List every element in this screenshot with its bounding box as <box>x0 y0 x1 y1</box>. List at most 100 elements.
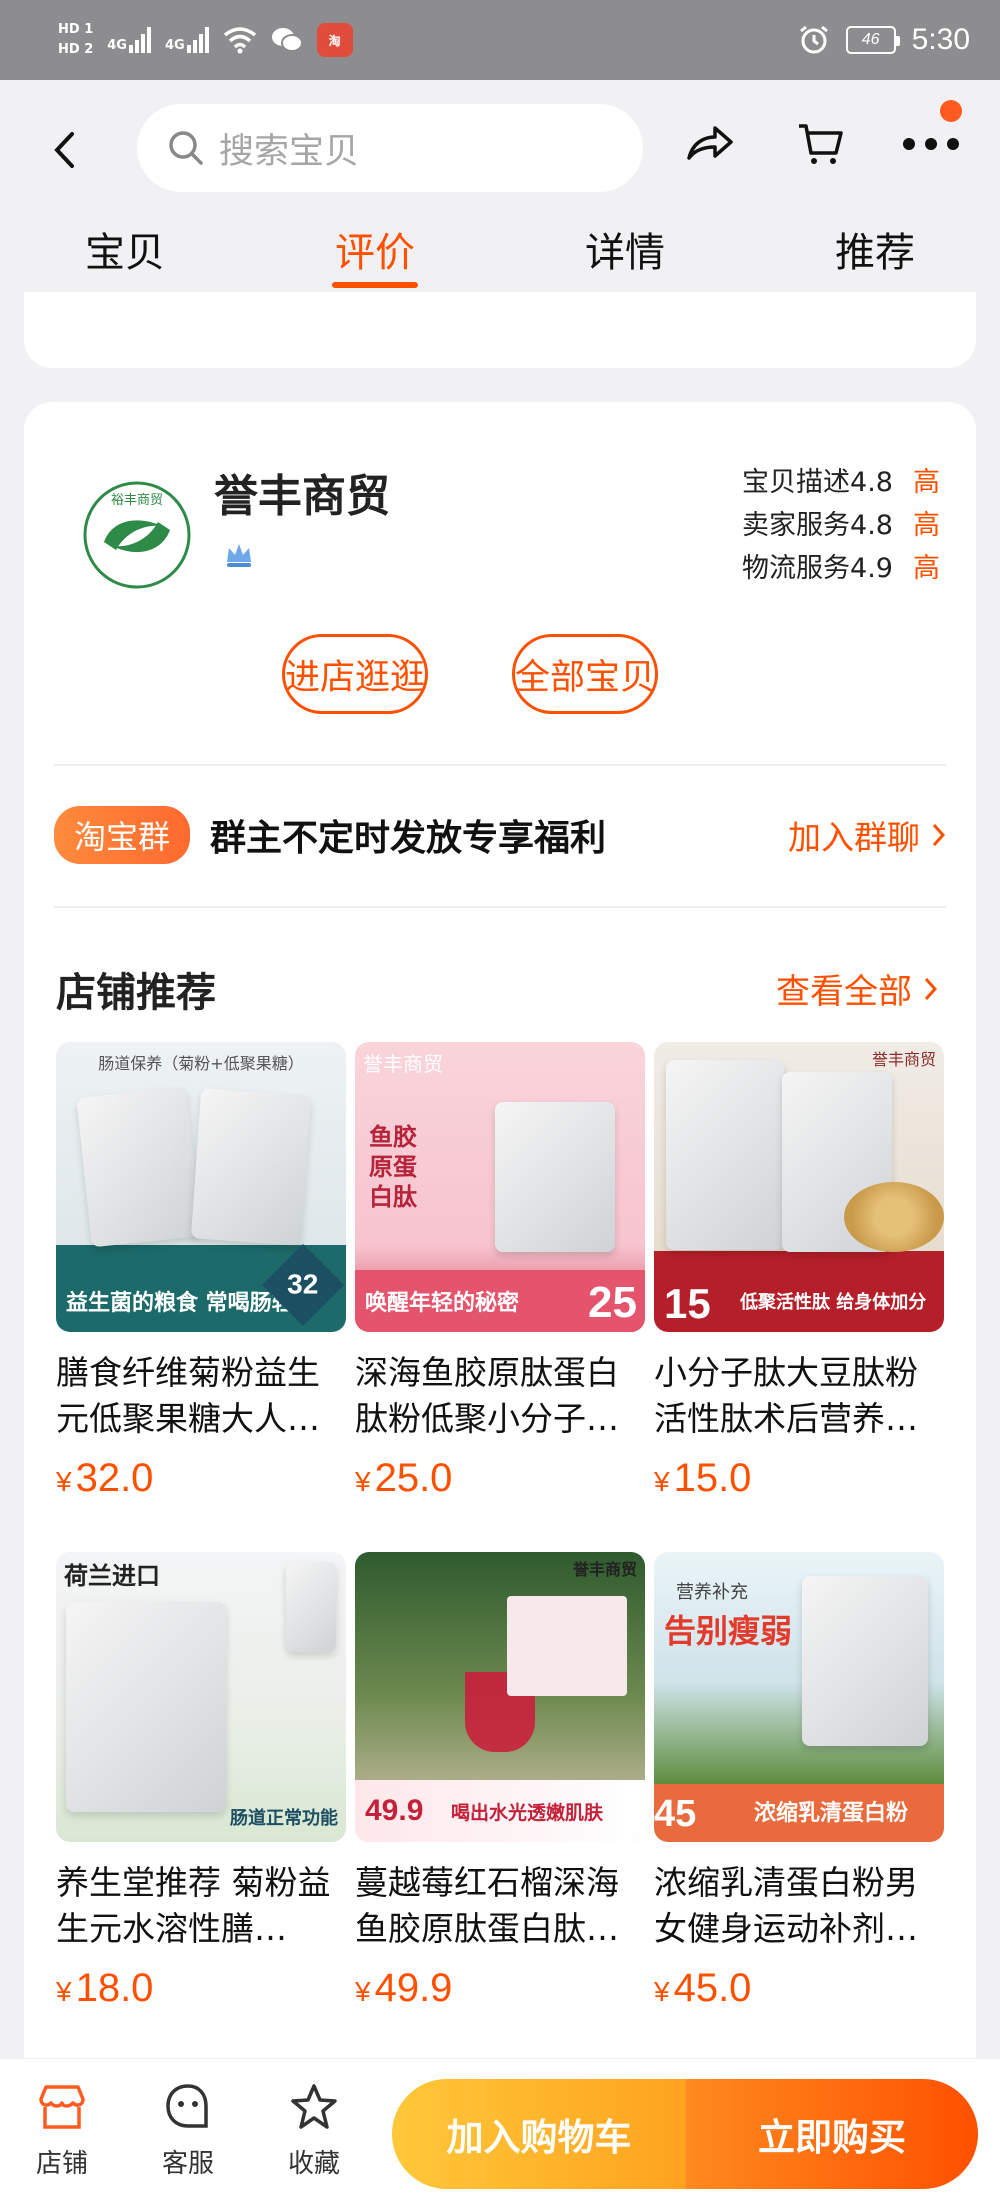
currency-symbol: ¥ <box>355 1466 371 1497</box>
product-name[interactable]: 蔓越莓红石榴深海鱼胶原肽蛋白肽… <box>355 1860 645 1952</box>
product-image[interactable]: 誉丰商贸 鱼胶原蛋白肽 唤醒年轻的秘密 25 <box>355 1042 645 1332</box>
enter-store-label: 进店逛逛 <box>285 657 426 698</box>
rating-row: 物流服务4.9 高 <box>742 544 940 587</box>
product-card[interactable]: 营养补充 告别瘦弱 浓缩乳清蛋白粉 45 浓缩乳清蛋白粉男女健身运动补剂… ¥4… <box>654 1552 944 2011</box>
product-bag-shape <box>286 1562 336 1652</box>
enter-store-button[interactable]: 进店逛逛 <box>282 634 428 714</box>
product-name[interactable]: 养生堂推荐 菊粉益生元水溶性膳… <box>56 1860 346 1952</box>
notification-dot <box>940 100 962 122</box>
store-icon <box>39 2085 85 2129</box>
share-icon <box>687 126 733 160</box>
product-image-caption: 肠道正常功能 <box>230 1808 338 1829</box>
hd-indicators: HD 1 HD 2 <box>58 22 93 58</box>
tab-reviews[interactable]: 评价 <box>250 210 500 292</box>
add-to-cart-button[interactable]: 加入购物车 <box>392 2079 686 2189</box>
price-badge: 49.9 <box>365 1794 424 1827</box>
shop-card: 裕丰商贸 誉丰商贸 宝贝描述4.8 高 卖家服务4.8 高 物流服务4.9 高 … <box>24 402 976 2082</box>
rating-level: 高 <box>913 467 940 498</box>
product-name[interactable]: 小分子肽大豆肽粉活性肽术后营养… <box>654 1350 944 1442</box>
product-image-caption: 浓缩乳清蛋白粉 <box>754 1801 909 1826</box>
wechat-icon <box>271 28 303 52</box>
previous-card-bottom <box>24 292 976 368</box>
product-price: ¥32.0 <box>56 1456 346 1501</box>
taobao-group-row[interactable]: 淘宝群 群主不定时发放专享福利 加入群聊 <box>54 780 946 890</box>
tab-item[interactable]: 宝贝 <box>0 210 250 292</box>
product-card[interactable]: 誉丰商贸 低聚活性肽 给身体加分 15 小分子肽大豆肽粉活性肽术后营养… ¥15… <box>654 1042 944 1501</box>
currency-symbol: ¥ <box>56 1976 72 2007</box>
signal-1: 4G <box>107 27 151 53</box>
product-image[interactable]: 荷兰进口 肠道正常功能 <box>56 1552 346 1842</box>
product-image[interactable]: 营养补充 告别瘦弱 浓缩乳清蛋白粉 45 <box>654 1552 944 1842</box>
divider <box>54 764 946 766</box>
price-badge-value: 32 <box>287 1269 319 1300</box>
product-name[interactable]: 膳食纤维菊粉益生元低聚果糖大人… <box>56 1350 346 1442</box>
product-card[interactable]: 誉丰商贸 喝出水光透嫩肌肤 49.9 蔓越莓红石榴深海鱼胶原肽蛋白肽… ¥49.… <box>355 1552 645 2011</box>
product-price: ¥18.0 <box>56 1966 346 2011</box>
buy-now-label: 立即购买 <box>758 2116 906 2159</box>
rating-score: 4.9 <box>850 553 893 584</box>
more-button[interactable] <box>898 114 964 174</box>
star-icon <box>291 2084 337 2129</box>
product-bag-shape <box>802 1576 928 1746</box>
logo-text: 裕丰商贸 <box>111 493 163 508</box>
product-card[interactable]: 肠道保养（菊粉+低聚果糖） 益生菌的粮食 常喝肠轻松 32 膳食纤维菊粉益生元低… <box>56 1042 346 1501</box>
shop-name[interactable]: 誉丰商贸 <box>214 460 390 524</box>
shop-logo[interactable]: 裕丰商贸 <box>62 460 212 610</box>
rating-score: 4.8 <box>850 467 893 498</box>
back-button[interactable] <box>52 120 92 180</box>
rating-score: 4.8 <box>850 510 893 541</box>
divider <box>54 906 946 908</box>
section-tabs: 宝贝 评价 详情 推荐 <box>0 210 1000 292</box>
join-group-label: 加入群聊 <box>788 818 920 857</box>
cart-icon <box>799 124 843 164</box>
store-label: 店铺 <box>35 2149 88 2179</box>
product-image-title: 鱼胶原蛋白肽 <box>369 1123 417 1211</box>
product-bag-shape <box>495 1102 615 1252</box>
tab-recommend[interactable]: 推荐 <box>750 210 1000 292</box>
crown-badge-icon <box>227 544 251 567</box>
product-price: ¥45.0 <box>654 1966 944 2011</box>
rating-row: 卖家服务4.8 高 <box>742 501 940 544</box>
wifi-icon <box>223 27 256 54</box>
service-label: 客服 <box>161 2149 214 2179</box>
price-value: 49.9 <box>374 1966 453 2010</box>
cart-button[interactable] <box>790 114 850 174</box>
product-image[interactable]: 誉丰商贸 低聚活性肽 给身体加分 15 <box>654 1042 944 1332</box>
store-nav-button[interactable]: 店铺 <box>12 2077 112 2180</box>
store-recommend-title: 店铺推荐 <box>56 970 216 1016</box>
favorite-button[interactable]: 收藏 <box>264 2077 364 2180</box>
all-items-button[interactable]: 全部宝贝 <box>512 634 658 714</box>
product-name[interactable]: 浓缩乳清蛋白粉男女健身运动补剂… <box>654 1860 944 1952</box>
clock: 5:30 <box>911 23 970 56</box>
signal-bars-icon <box>128 27 151 53</box>
product-image-top-text: 荷兰进口 <box>64 1562 160 1590</box>
price-badge: 15 <box>664 1280 711 1327</box>
net1-label: 4G <box>107 38 127 53</box>
rating-level: 高 <box>913 510 940 541</box>
product-name[interactable]: 深海鱼胶原肽蛋白肽粉低聚小分子… <box>355 1350 645 1442</box>
product-card[interactable]: 荷兰进口 肠道正常功能 养生堂推荐 菊粉益生元水溶性膳… ¥18.0 <box>56 1552 346 2011</box>
share-button[interactable] <box>680 114 740 174</box>
product-bag-shape <box>666 1060 784 1250</box>
product-image-top-text: 誉丰商贸 <box>871 1050 936 1069</box>
chevron-right-icon <box>924 977 938 1000</box>
chevron-left-icon <box>54 132 74 168</box>
price-badge: 25 <box>588 1278 637 1327</box>
join-group-link[interactable]: 加入群聊 <box>788 811 946 859</box>
product-image[interactable]: 誉丰商贸 喝出水光透嫩肌肤 49.9 <box>355 1552 645 1842</box>
battery-icon: 46 <box>845 26 900 54</box>
customer-service-button[interactable]: 客服 <box>138 2077 238 2180</box>
top-header: 搜索宝贝 宝贝 评价 详情 推荐 <box>0 80 1000 292</box>
product-image-top-text: 肠道保养（菊粉+低聚果糖） <box>98 1054 304 1073</box>
status-right: 46 5:30 <box>798 23 970 57</box>
signal-2: 4G <box>165 27 209 53</box>
price-value: 25.0 <box>374 1456 453 1500</box>
tab-details[interactable]: 详情 <box>500 210 750 292</box>
add-cart-label: 加入购物车 <box>446 2116 632 2159</box>
product-image[interactable]: 肠道保养（菊粉+低聚果糖） 益生菌的粮食 常喝肠轻松 32 <box>56 1042 346 1332</box>
view-all-link[interactable]: 查看全部 <box>776 964 938 1013</box>
search-input[interactable]: 搜索宝贝 <box>137 104 643 192</box>
price-value: 15.0 <box>673 1456 752 1500</box>
buy-now-button[interactable]: 立即购买 <box>686 2079 978 2189</box>
product-card[interactable]: 誉丰商贸 鱼胶原蛋白肽 唤醒年轻的秘密 25 深海鱼胶原肽蛋白肽粉低聚小分子… … <box>355 1042 645 1501</box>
